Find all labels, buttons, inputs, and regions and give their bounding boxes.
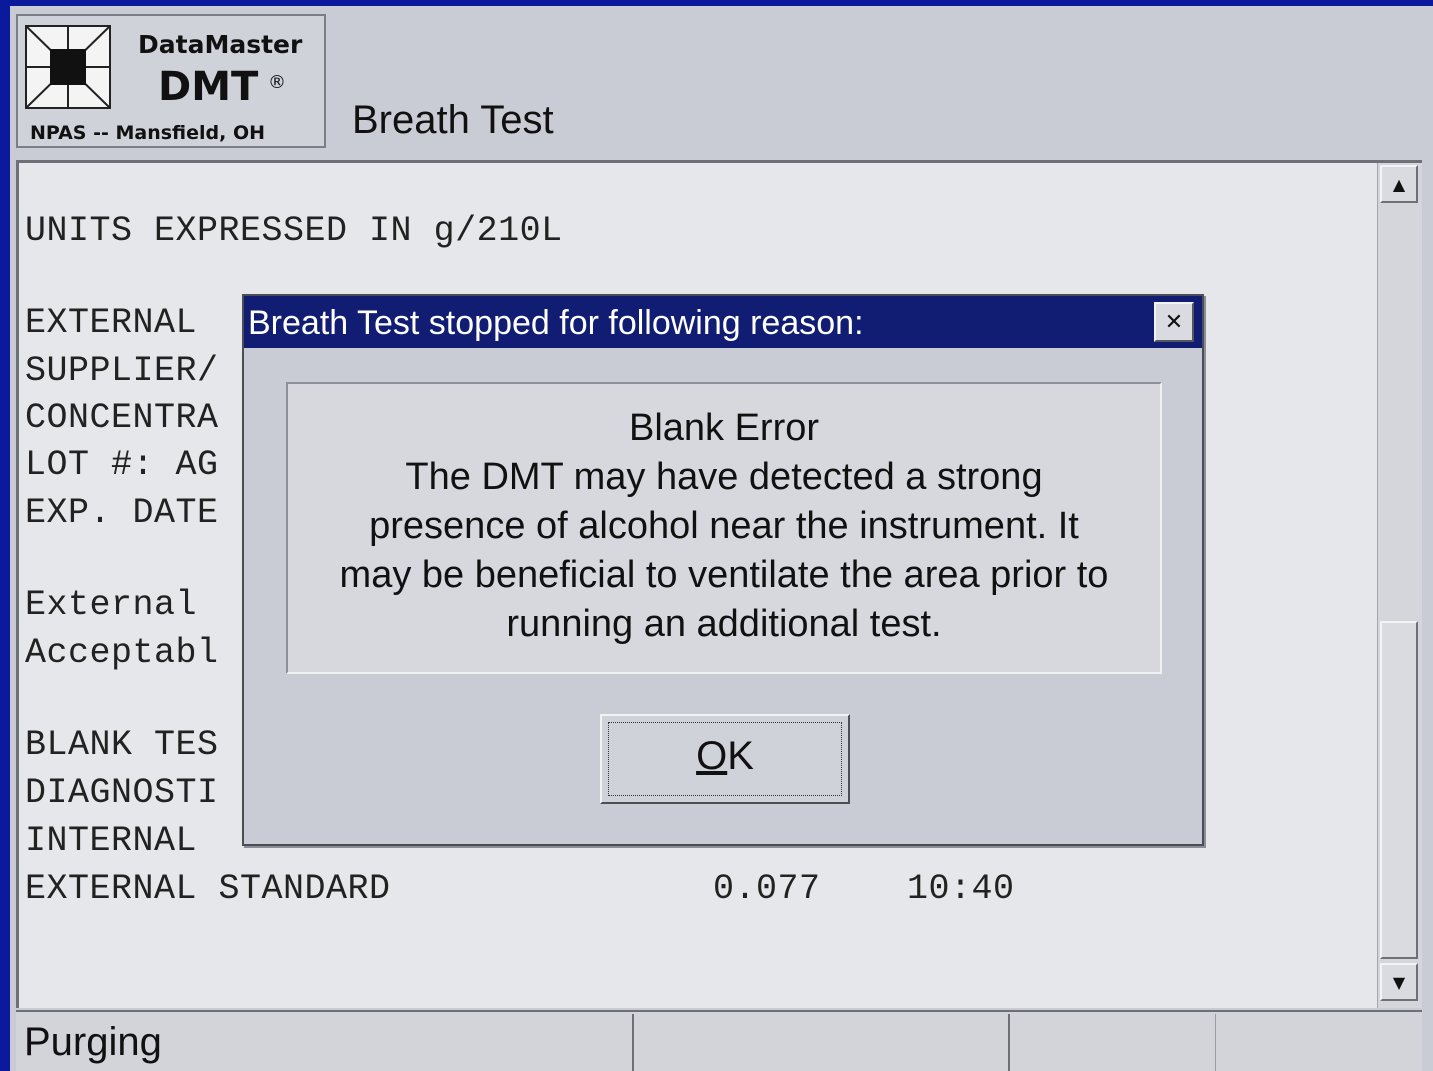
scroll-up-button[interactable]: ▲ — [1380, 165, 1418, 203]
error-heading: Blank Error — [628, 407, 820, 449]
status-cell-main: Purging — [16, 1014, 634, 1071]
dialog-titlebar[interactable]: Breath Test stopped for following reason… — [244, 296, 1202, 348]
status-bar: Purging — [16, 1010, 1422, 1071]
registered-mark: ® — [268, 72, 286, 93]
report-line-diagnostic: DIAGNOSTI — [25, 773, 219, 813]
ok-button[interactable]: OK — [600, 714, 850, 804]
datamaster-logo: DataMaster DMT ® NPAS -- Mansfield, OH — [16, 14, 326, 148]
dialog-title: Breath Test stopped for following reason… — [248, 304, 864, 342]
logo-location-text: NPAS -- Mansfield, OH — [30, 122, 266, 144]
instrument-screen: DataMaster DMT ® NPAS -- Mansfield, OH B… — [10, 6, 1433, 1071]
report-line-acceptable: Acceptabl — [25, 633, 219, 673]
arrow-up-icon: ▲ — [1392, 174, 1406, 194]
scroll-thumb[interactable] — [1380, 621, 1418, 959]
scroll-down-button[interactable]: ▼ — [1380, 963, 1418, 1001]
window-title: Breath Test — [352, 98, 554, 142]
blank-error-dialog: Breath Test stopped for following reason… — [242, 294, 1204, 846]
close-icon: ✕ — [1164, 309, 1184, 335]
external-standard-value: 0.077 — [713, 869, 821, 909]
status-cell-3 — [1010, 1014, 1216, 1071]
report-line-blank-test: BLANK TES — [25, 725, 219, 765]
error-message-line: presence of alcohol near the instrument.… — [369, 505, 1079, 547]
logo-product-text: DMT — [158, 64, 259, 110]
status-cell-2 — [634, 1014, 1010, 1071]
error-message-line: The DMT may have detected a strong — [405, 456, 1043, 498]
vertical-scrollbar[interactable]: ▲ ▼ — [1377, 163, 1422, 1008]
external-standard-time: 10:40 — [907, 869, 1015, 909]
report-line-exp-date: EXP. DATE — [25, 493, 219, 533]
report-line-supplier: SUPPLIER/ — [25, 351, 219, 391]
status-text: Purging — [24, 1020, 162, 1064]
datamaster-logo-icon — [25, 25, 111, 109]
logo-brand-text: DataMaster — [138, 30, 303, 59]
report-line-external-standard: EXTERNAL STANDARD — [25, 869, 391, 909]
ok-button-label: OK — [696, 734, 754, 778]
report-line-external: EXTERNAL — [25, 303, 198, 343]
arrow-down-icon: ▼ — [1392, 972, 1406, 992]
report-line-lot: LOT #: AG — [25, 445, 219, 485]
report-line-concentration: CONCENTRA — [25, 398, 219, 438]
error-message-box: Blank Error The DMT may have detected a … — [286, 382, 1162, 674]
report-line-external-result: External — [25, 585, 198, 625]
dialog-close-button[interactable]: ✕ — [1154, 302, 1194, 342]
report-line-internal-standard: INTERNAL — [25, 821, 198, 861]
error-message-line: running an additional test. — [506, 603, 942, 645]
report-line-units: UNITS EXPRESSED IN g/210L — [25, 211, 563, 251]
error-message-line: may be beneficial to ventilate the area … — [339, 554, 1109, 596]
